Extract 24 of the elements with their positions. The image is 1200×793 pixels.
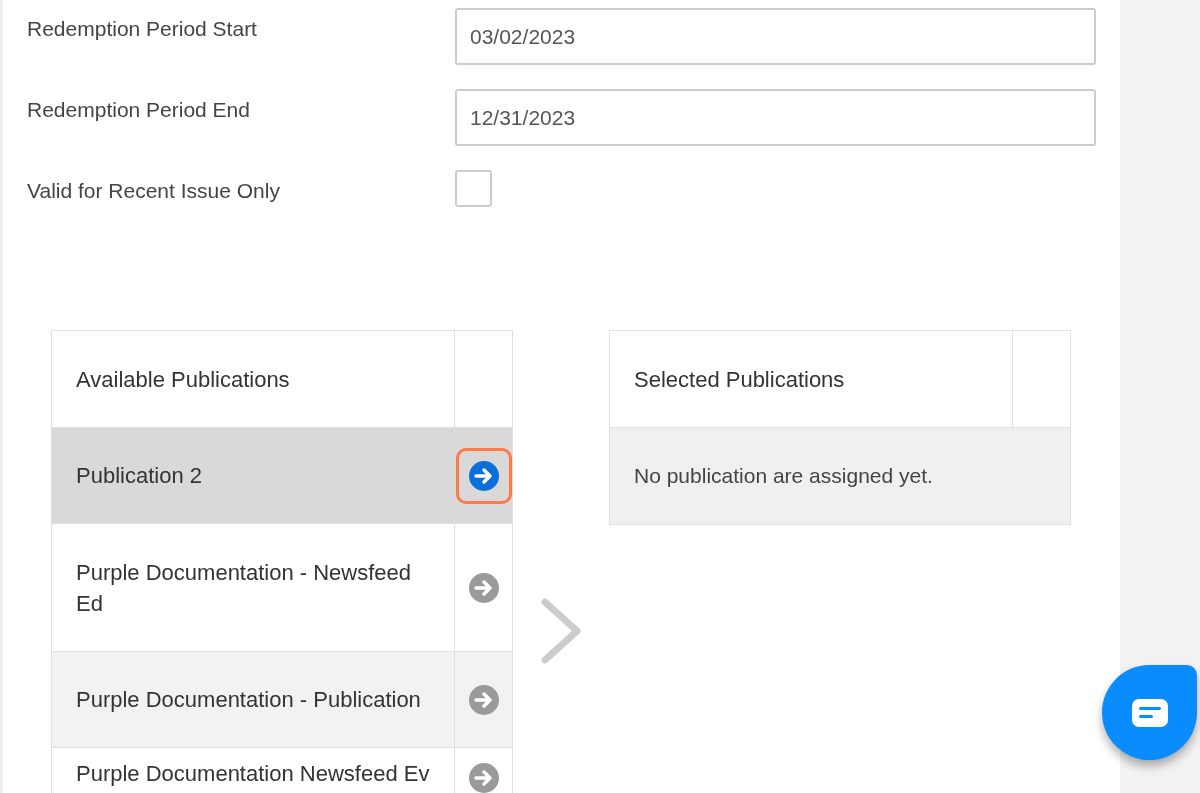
- arrow-right-circle-icon: [468, 572, 499, 603]
- publication-name: Publication 2: [76, 462, 202, 490]
- list-row[interactable]: Purple Documentation - Publication: [52, 652, 512, 748]
- chevron-right-icon[interactable]: [541, 598, 581, 664]
- chat-icon: [1131, 698, 1168, 727]
- date-field[interactable]: 12/31/2023: [455, 89, 1096, 146]
- field-label: Redemption Period End: [27, 97, 251, 123]
- list-row[interactable]: Purple Documentation - Newsfeed Ed: [52, 524, 512, 652]
- publication-name: Purple Documentation - Newsfeed Ed: [76, 558, 413, 618]
- list-row[interactable]: Publication 2: [52, 428, 512, 524]
- arrow-right-circle-icon: [468, 460, 499, 491]
- empty-message: No publication are assigned yet.: [634, 463, 933, 490]
- add-button[interactable]: [455, 447, 512, 504]
- chat-button[interactable]: [1102, 665, 1197, 760]
- field-label: Redemption Period Start: [27, 16, 258, 42]
- date-field[interactable]: 03/02/2023: [455, 8, 1096, 65]
- publication-name: Purple Documentation - Publication: [76, 686, 421, 714]
- field-label: Valid for Recent Issue Only: [27, 178, 281, 204]
- column-header: Available Publications: [76, 365, 290, 394]
- publication-name: Purple Documentation Newsfeed Ev: [76, 760, 430, 788]
- checkbox[interactable]: [455, 170, 492, 207]
- arrow-right-circle-icon: [468, 684, 499, 715]
- column-header: Selected Publications: [634, 365, 845, 394]
- arrow-right-circle-icon: [468, 763, 499, 793]
